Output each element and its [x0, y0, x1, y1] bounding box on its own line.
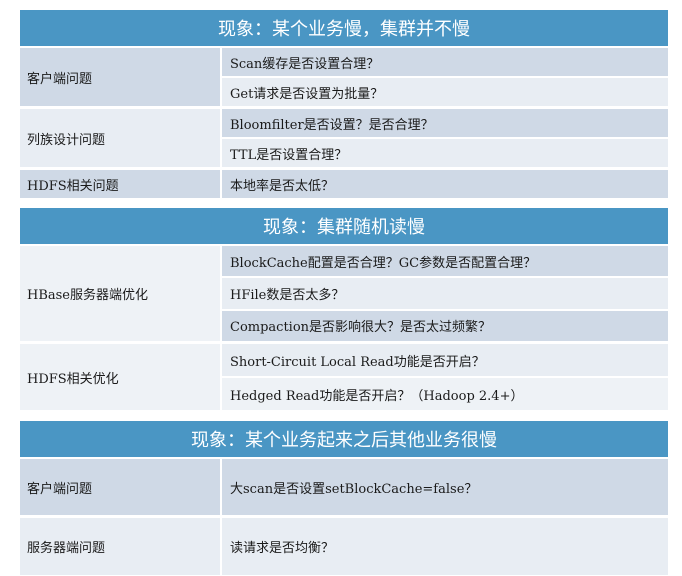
check-item: HFile数是否太多？: [222, 278, 668, 311]
group-hbase-server-optimization: HBase服务器端优化 BlockCache配置是否合理？GC参数是否配置合理？…: [20, 246, 668, 344]
check-item: Bloomfilter是否设置？是否合理？: [222, 109, 668, 139]
check-item: Hedged Read功能是否开启？（Hadoop 2.4+）: [222, 378, 668, 410]
group-label: HDFS相关优化: [20, 344, 222, 410]
group-hdfs-issues: HDFS相关问题 本地率是否太低？: [20, 170, 668, 201]
group-server-issues: 服务器端问题 读请求是否均衡？: [20, 518, 668, 575]
check-item: Get请求是否设置为批量？: [222, 78, 668, 106]
section-cluster-not-slow: 现象：某个业务慢，集群并不慢 客户端问题 Scan缓存是否设置合理？ Get请求…: [20, 10, 668, 201]
section-header: 现象：集群随机读慢: [20, 208, 668, 246]
group-column-family-design: 列族设计问题 Bloomfilter是否设置？是否合理？ TTL是否设置合理？: [20, 109, 668, 170]
check-item: BlockCache配置是否合理？GC参数是否配置合理？: [222, 246, 668, 279]
check-item: 读请求是否均衡？: [222, 518, 668, 575]
group-client-issues: 客户端问题 Scan缓存是否设置合理？ Get请求是否设置为批量？: [20, 48, 668, 109]
section-header: 现象：某个业务起来之后其他业务很慢: [20, 421, 668, 459]
group-label: HDFS相关问题: [20, 170, 222, 198]
group-label: 服务器端问题: [20, 518, 222, 575]
check-item: TTL是否设置合理？: [222, 139, 668, 167]
section-header: 现象：某个业务慢，集群并不慢: [20, 10, 668, 48]
group-label: 列族设计问题: [20, 109, 222, 167]
check-item: Short-Circuit Local Read功能是否开启？: [222, 344, 668, 378]
check-item: 大scan是否设置setBlockCache=false？: [222, 459, 668, 515]
group-label: 客户端问题: [20, 459, 222, 515]
group-label: 客户端问题: [20, 48, 222, 106]
check-item: Scan缓存是否设置合理？: [222, 48, 668, 78]
group-hdfs-optimization: HDFS相关优化 Short-Circuit Local Read功能是否开启？…: [20, 344, 668, 413]
section-random-read-slow: 现象：集群随机读慢 HBase服务器端优化 BlockCache配置是否合理？G…: [20, 208, 668, 413]
group-client-issues: 客户端问题 大scan是否设置setBlockCache=false？: [20, 459, 668, 518]
section-business-slowdown: 现象：某个业务起来之后其他业务很慢 客户端问题 大scan是否设置setBloc…: [20, 421, 668, 575]
check-item: Compaction是否影响很大？是否太过频繁？: [222, 310, 668, 341]
check-item: 本地率是否太低？: [222, 170, 668, 198]
group-label: HBase服务器端优化: [20, 246, 222, 341]
